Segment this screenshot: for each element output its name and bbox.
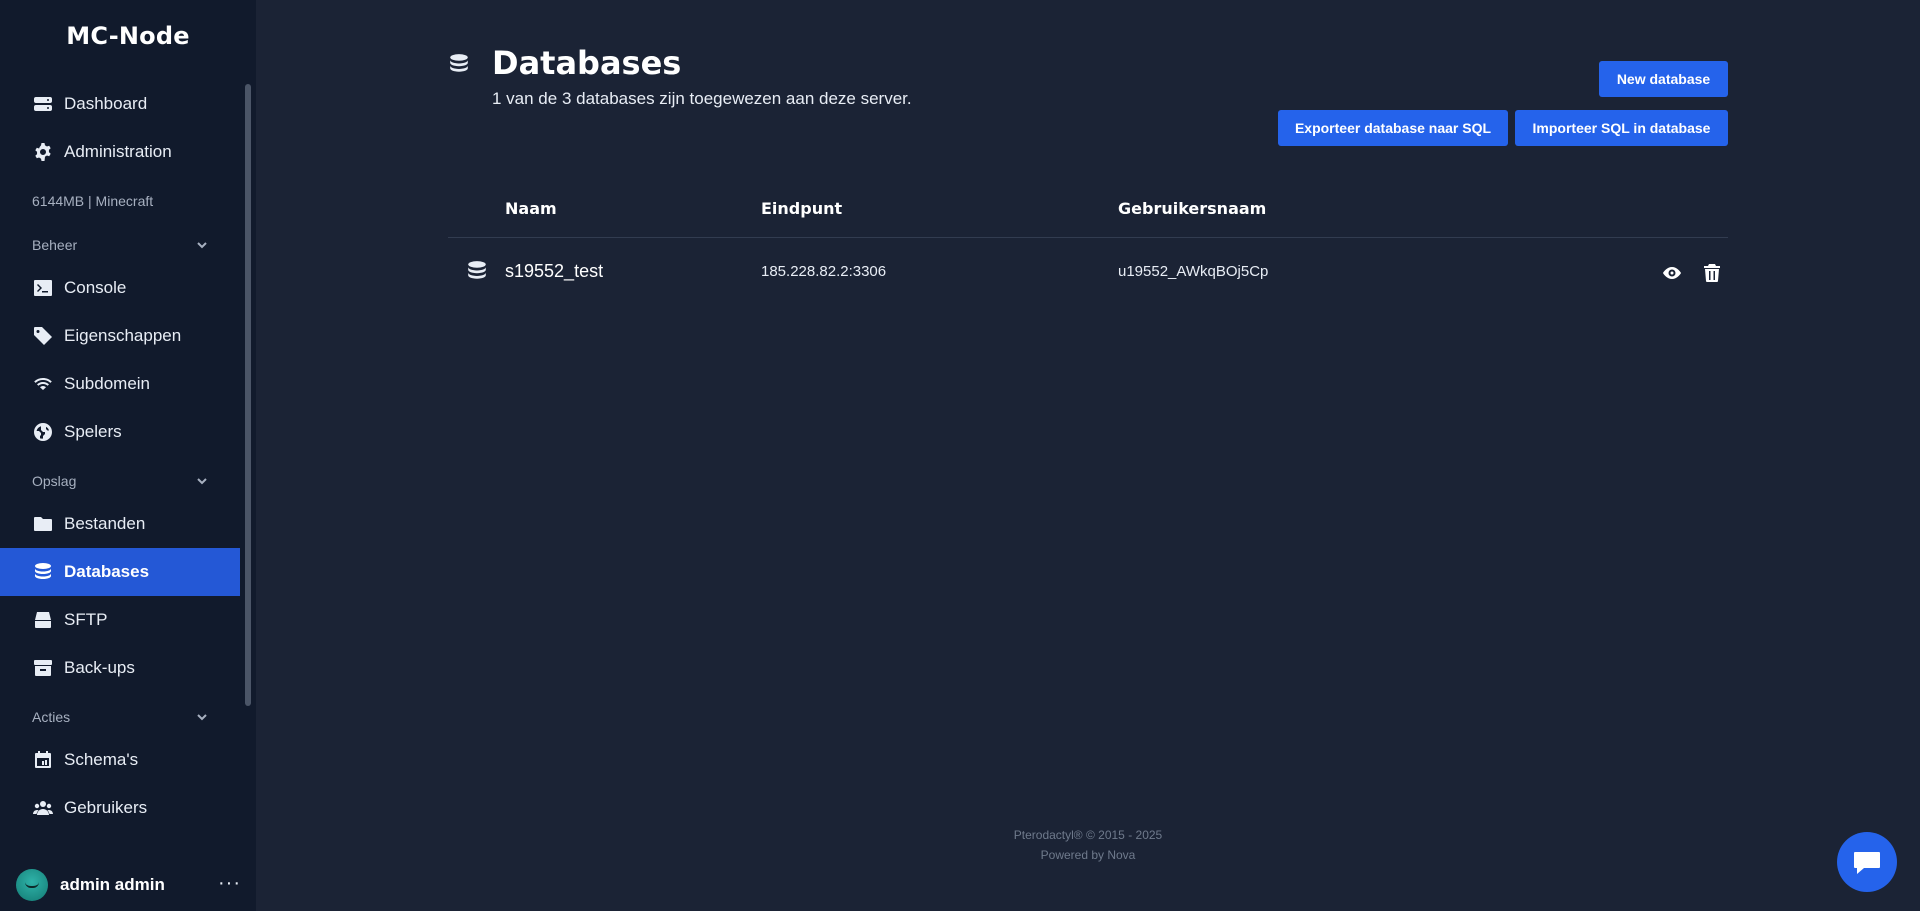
database-icon: [448, 53, 472, 77]
tag-icon: [32, 325, 54, 347]
chat-button[interactable]: [1837, 832, 1897, 892]
server-info: 6144MB | Minecraft: [32, 193, 154, 209]
sidebar-item-spelers[interactable]: Spelers: [0, 408, 240, 456]
sidebar-item-label: SFTP: [64, 610, 108, 629]
sidebar-item-label: Schema's: [64, 750, 139, 769]
sidebar-item-label: Console: [64, 278, 127, 297]
eye-icon[interactable]: [1659, 260, 1685, 286]
sidebar-item-eigenschappen[interactable]: Eigenschappen: [0, 312, 240, 360]
chevron-down-icon[interactable]: [196, 239, 208, 251]
sidebar-item-sftp[interactable]: SFTP: [0, 596, 240, 644]
trash-icon[interactable]: [1699, 260, 1725, 286]
sidebar-item-administration[interactable]: Administration: [0, 128, 240, 176]
footer-powered-by: Powered by Nova: [1040, 848, 1136, 862]
sidebar-item-label: Eigenschappen: [64, 326, 182, 345]
column-header-name: Naam: [505, 199, 557, 218]
import-sql-button[interactable]: Importeer SQL in database: [1515, 110, 1728, 146]
brand-logo[interactable]: MC-Node: [0, 22, 256, 50]
chevron-down-icon[interactable]: [196, 711, 208, 723]
sidebar-item-bestanden[interactable]: Bestanden: [0, 500, 240, 548]
terminal-icon: [32, 277, 54, 299]
server-icon: [32, 93, 54, 115]
new-database-button[interactable]: New database: [1599, 61, 1728, 97]
section-acties[interactable]: Acties: [32, 709, 208, 725]
sidebar-item-label: Subdomein: [64, 374, 151, 393]
section-beheer[interactable]: Beheer: [32, 237, 208, 253]
sidebar-item-back-ups[interactable]: Back-ups: [0, 644, 240, 692]
table-divider: [448, 237, 1728, 238]
calendar-icon: [32, 749, 54, 771]
main-content: Databases 1 van de 3 databases zijn toeg…: [256, 0, 1920, 911]
export-sql-button[interactable]: Exporteer database naar SQL: [1278, 110, 1508, 146]
sidebar-item-gebruikers[interactable]: Gebruikers: [0, 784, 240, 832]
section-opslag[interactable]: Opslag: [32, 473, 208, 489]
sidebar-item-label: Databases: [64, 562, 150, 581]
database-icon: [466, 260, 490, 284]
database-icon: [32, 561, 54, 583]
database-name: s19552_test: [505, 261, 604, 281]
globe-icon: [32, 421, 54, 443]
section-title: Acties: [32, 709, 71, 725]
page-title: Databases: [492, 44, 682, 82]
user-name: admin admin: [60, 874, 165, 894]
users-icon: [32, 797, 54, 819]
sidebar-item-label: Bestanden: [64, 514, 146, 533]
column-header-username: Gebruikersnaam: [1118, 199, 1267, 218]
column-header-endpoint: Eindpunt: [761, 199, 843, 218]
sidebar-item-label: Spelers: [64, 422, 122, 441]
sidebar: MC-Node Dashboard Administration 6144MB …: [0, 0, 256, 911]
sidebar-item-dashboard[interactable]: Dashboard: [0, 80, 240, 128]
archive-icon: [32, 657, 54, 679]
hdd-icon: [32, 609, 54, 631]
sidebar-scrollbar[interactable]: [245, 84, 251, 706]
sidebar-item-label: Gebruikers: [64, 798, 148, 817]
user-bar[interactable]: admin admin ···: [0, 858, 256, 911]
sidebar-item-label: Dashboard: [64, 94, 148, 113]
database-endpoint: 185.228.82.2:3306: [761, 263, 887, 280]
folder-icon: [32, 513, 54, 535]
section-title: Beheer: [32, 237, 78, 253]
section-title: Opslag: [32, 473, 77, 489]
sidebar-item-label: Back-ups: [64, 658, 135, 677]
avatar[interactable]: [16, 868, 48, 901]
page-subtitle: 1 van de 3 databases zijn toegewezen aan…: [492, 89, 912, 108]
sidebar-item-subdomein[interactable]: Subdomein: [0, 360, 240, 408]
more-options-button[interactable]: ···: [218, 872, 241, 895]
footer-copyright: Pterodactyl® © 2015 - 2025: [1013, 828, 1163, 842]
wifi-icon: [32, 373, 54, 395]
sidebar-item-console[interactable]: Console: [0, 264, 240, 312]
chevron-down-icon[interactable]: [196, 475, 208, 487]
sidebar-item-databases[interactable]: Databases: [0, 548, 240, 596]
sidebar-item-label: Administration: [64, 142, 172, 161]
chat-icon: [1854, 852, 1880, 874]
gear-icon: [32, 141, 54, 163]
sidebar-item-schemas[interactable]: Schema's: [0, 736, 240, 784]
database-username: u19552_AWkqBOj5Cp: [1118, 263, 1269, 280]
